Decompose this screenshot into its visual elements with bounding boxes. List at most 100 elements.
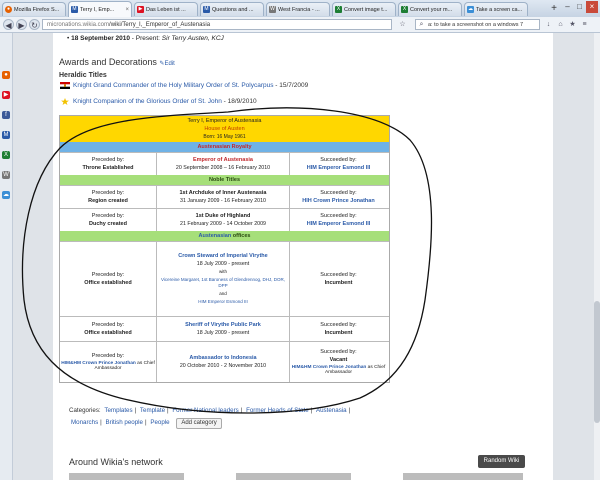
address-bar[interactable]: micronations.wikia.com/wiki/Terry_I,_Emp… [42, 19, 392, 30]
browser-tab[interactable]: ● Mozilla Firefox S... [2, 2, 66, 16]
download-icon[interactable]: ↓ [544, 20, 553, 29]
succeeded-value[interactable]: HIM Emperor Esmond III [291, 221, 386, 227]
succeeded-cell: Succeeded by: HIM Emperor Esmond III [290, 209, 387, 231]
reload-icon[interactable]: ↻ [29, 19, 40, 30]
succession-row: Preceded by: Office established Crown Ste… [60, 241, 389, 316]
succession-header: Terry I, Emperor of Austenasia House of … [60, 116, 389, 142]
preceded-cell: Preceded by: HIM&HM Crown Prince Jonathan… [60, 342, 157, 382]
forward-icon[interactable]: ▶ [16, 19, 27, 30]
tab-label: Questions and ... [212, 6, 254, 13]
title-name: 1st Duke of Highland [195, 213, 251, 219]
minimize-icon[interactable]: – [562, 1, 573, 13]
succeeded-value[interactable]: HIH Crown Prince Jonathan [291, 198, 386, 204]
browser-tab[interactable]: ▶ Das Leben ist ... [134, 2, 198, 16]
search-engine-icon: ⌕ [419, 21, 424, 28]
wikipedia-icon[interactable]: W [2, 171, 10, 179]
search-input[interactable]: a: to take a screenshot on a windows 7 [415, 19, 540, 30]
offices-link[interactable]: Austenasian [199, 233, 232, 239]
star-icon[interactable]: ☆ [398, 20, 407, 29]
tab-label: Take a screen ca... [476, 6, 523, 13]
home-icon[interactable]: ⌂ [556, 20, 565, 29]
add-category-button[interactable]: Add category [176, 418, 222, 429]
edit-link[interactable]: ✎Edit [159, 61, 174, 67]
succeeded-label: Succeeded by: [320, 190, 357, 196]
header-house[interactable]: House of Austen [60, 126, 389, 132]
category-link[interactable]: Former National leaders [172, 407, 238, 414]
category-link[interactable]: Monarchs [71, 419, 98, 426]
browser-tab[interactable]: M Questions and ... [200, 2, 264, 16]
title-name: 1st Archduke of Inner Austenasia [179, 190, 267, 196]
preceded-value: Duchy created [89, 221, 127, 227]
title-bullet: • 18 September 2010 - Present: Sir Terry… [67, 35, 224, 42]
close-icon[interactable]: × [125, 7, 129, 13]
scrollbar-thumb[interactable] [594, 301, 600, 423]
category-link[interactable]: Template [140, 407, 165, 414]
new-tab-button[interactable]: + [548, 3, 560, 15]
tab-label: West Francia - ... [278, 6, 320, 13]
back-icon[interactable]: ◀ [3, 19, 14, 30]
preceded-cell: Preceded by: Office established [60, 317, 157, 341]
bullet-title: Sir Terry Austen, KCJ [161, 35, 224, 42]
category-link[interactable]: British people [106, 419, 144, 426]
around-heading: Around Wikia's network [69, 457, 163, 467]
network-thumbnail[interactable] [403, 473, 523, 480]
title-name[interactable]: Crown Steward of Imperial Virythe [158, 253, 288, 259]
award-link[interactable]: Knight Grand Commander of the Holy Milit… [73, 82, 274, 89]
browser-tab-active[interactable]: M Terry I, Emp... × [68, 1, 132, 17]
excel-icon: X [335, 6, 342, 13]
network-thumbnail[interactable] [236, 473, 351, 480]
random-wiki-button[interactable]: Random Wiki [478, 455, 525, 468]
close-window-icon[interactable]: × [586, 1, 598, 13]
wikipedia-icon: W [269, 6, 276, 13]
wikia-icon[interactable]: M [2, 131, 10, 139]
categories-bar: Categories: Templates | Template | Former … [69, 405, 369, 429]
bookmarks-icon[interactable]: ★ [568, 20, 577, 29]
excel-icon: X [401, 6, 408, 13]
title-dates: 20 September 2008 – 16 February 2010 [175, 165, 271, 171]
title-name[interactable]: Emperor of Austenasia [158, 157, 288, 163]
excel-icon[interactable]: X [2, 151, 10, 159]
cloud-icon[interactable]: ☁ [2, 191, 10, 199]
browser-tab[interactable]: X Convert your m... [398, 2, 462, 16]
category-link[interactable]: Templates [104, 407, 132, 414]
succeeded-value[interactable]: HIM Emperor Esmond III [291, 165, 386, 171]
succeeded-label: Succeeded by: [320, 157, 357, 163]
maximize-icon[interactable]: □ [574, 1, 585, 13]
preceded-value: Throne Established [82, 165, 134, 171]
succeeded-label: Succeeded by: [320, 213, 357, 219]
browser-tab[interactable]: W West Francia - ... [266, 2, 330, 16]
menu-icon[interactable]: ≡ [580, 20, 589, 29]
bullet-date: 18 September 2010 [71, 35, 130, 42]
browser-tab[interactable]: X Convert image t... [332, 2, 396, 16]
award-link[interactable]: Knight Companion of the Glorious Order o… [73, 98, 222, 105]
tab-bar: ● Mozilla Firefox S... M Terry I, Emp... × … [0, 0, 600, 18]
with-label: with [218, 269, 227, 274]
with-names[interactable]: Vicereine Margaret, 1st Baroness of Glen… [158, 277, 288, 289]
award-item: Knight Companion of the Glorious Order o… [73, 98, 257, 105]
category-link[interactable]: Austenasia [316, 407, 347, 414]
succeeded-label: Succeeded by: [320, 272, 357, 278]
firefox-icon[interactable]: ● [2, 71, 10, 79]
youtube-icon[interactable]: ▶ [2, 91, 10, 99]
title-dates: 18 July 2009 - present [196, 330, 250, 336]
succeeded-value: Incumbent [324, 280, 353, 286]
category-link[interactable]: People [150, 419, 169, 426]
preceded-label: Preceded by: [91, 272, 125, 278]
noble-section: Noble Titles [60, 175, 389, 185]
succession-row: Preceded by: Duchy created 1st Duke of Hi… [60, 208, 389, 231]
browser-tab[interactable]: ☁ Take a screen ca... [464, 2, 528, 16]
tab-label: Terry I, Emp... [80, 6, 115, 13]
title-name[interactable]: Sheriff of Virythe Public Park [158, 322, 288, 328]
title-name[interactable]: Ambassador to Indonesia [158, 355, 288, 361]
preceded-label: Preceded by: [91, 322, 125, 328]
category-link[interactable]: Former Heads of State [246, 407, 309, 414]
preceded-cell: Preceded by: Office established [60, 242, 157, 316]
network-thumbnail[interactable] [69, 473, 184, 480]
scrollbar[interactable] [594, 33, 600, 480]
title-cell: 1st Duke of Highland 21 February 2009 - 1… [157, 209, 290, 231]
and-names[interactable]: HIM Emperor Esmond III [158, 299, 288, 305]
succeeded-label: Succeeded by: [320, 322, 357, 328]
title-dates: 21 February 2009 - 14 October 2009 [180, 221, 266, 227]
facebook-icon[interactable]: f [2, 111, 10, 119]
firefox-icon: ● [5, 6, 12, 13]
